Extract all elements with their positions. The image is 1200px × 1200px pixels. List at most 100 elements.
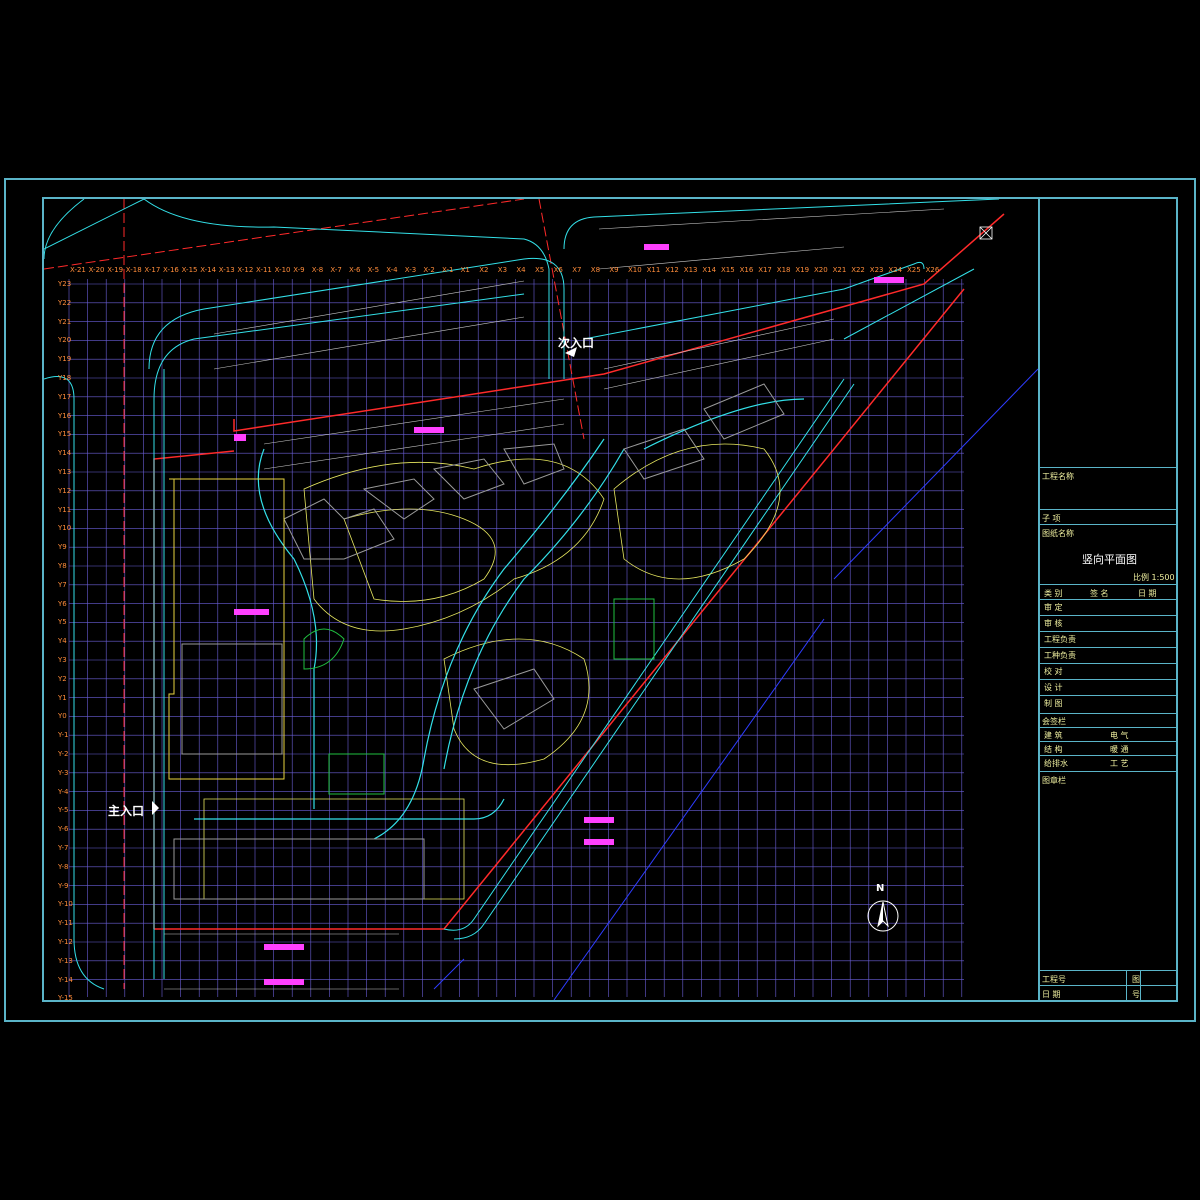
x-axis-label: X10 xyxy=(628,266,642,274)
date-label: 日 期 xyxy=(1042,990,1061,999)
x-axis-label: X-15 xyxy=(181,266,198,274)
x-axis-label: X-18 xyxy=(125,266,142,274)
secondary-entrance-label: 次入口 xyxy=(558,336,595,350)
y-axis-label: Y10 xyxy=(58,524,72,533)
sign-row-line xyxy=(1038,615,1176,616)
y-axis-label: Y17 xyxy=(58,392,72,401)
sign-header-cell: 签 名 xyxy=(1090,589,1109,598)
x-axis-label: X-13 xyxy=(218,266,235,274)
site-plan-canvas[interactable] xyxy=(44,199,1038,1000)
x-axis-label: X3 xyxy=(497,266,508,274)
title-block: 工程名称 子 项 图纸名称 竖向平面图 比例 1:500 类 别签 名日 期 审… xyxy=(1038,199,1176,1000)
y-axis-label: Y-12 xyxy=(58,938,73,946)
project-name-label: 工程名称 xyxy=(1042,472,1074,481)
x-axis-label: X13 xyxy=(683,266,698,274)
y-axis-label: Y21 xyxy=(58,317,72,326)
x-axis-label: X20 xyxy=(814,266,828,274)
sign-row-line xyxy=(1038,695,1176,696)
y-axis-label: Y-3 xyxy=(58,768,69,777)
x-axis-label: X9 xyxy=(609,266,619,274)
y-axis-label: Y5 xyxy=(58,618,67,627)
x-axis-label: X-17 xyxy=(144,266,161,274)
y-axis-label: Y18 xyxy=(58,374,72,382)
x-axis-label: X-19 xyxy=(107,266,124,274)
x-axis-label: X-21 xyxy=(70,266,86,274)
y-axis-label: Y14 xyxy=(58,449,72,458)
x-axis-label: X16 xyxy=(739,266,754,274)
x-axis-label: X11 xyxy=(646,266,661,274)
y-axis-label: Y1 xyxy=(58,693,67,702)
y-axis-label: Y-4 xyxy=(58,787,69,796)
x-axis-label: X-9 xyxy=(293,266,305,274)
x-axis-label: X6 xyxy=(553,266,563,274)
x-axis-label: X24 xyxy=(888,266,903,274)
x-axis-label: X19 xyxy=(795,266,810,274)
y-axis-label: Y8 xyxy=(58,562,67,570)
x-axis-label: X-20 xyxy=(88,266,105,274)
x-axis-label: X-16 xyxy=(163,266,179,274)
y-axis-label: Y22 xyxy=(58,298,72,307)
countersign-row-line xyxy=(1038,755,1176,756)
y-axis-label: Y-2 xyxy=(58,750,69,758)
site-boundary-lines xyxy=(44,199,1038,1000)
x-axis-label: X1 xyxy=(460,266,470,274)
y-axis-label: Y-9 xyxy=(58,881,69,890)
main-entrance-arrow-icon xyxy=(152,801,159,815)
x-axis-label: X22 xyxy=(851,266,865,274)
coordinate-grid xyxy=(68,279,964,997)
drawing-name: 竖向平面图 xyxy=(1082,553,1137,566)
countersign-label: 会签栏 xyxy=(1042,717,1066,726)
x-axis-label: X7 xyxy=(572,266,582,274)
x-axis-label: X26 xyxy=(925,266,940,274)
y-axis-label: Y0 xyxy=(58,712,67,721)
x-axis-label: X-2 xyxy=(423,266,435,274)
y-axis-label: Y-10 xyxy=(58,900,73,909)
x-axis-label: X-5 xyxy=(367,266,380,274)
y-axis-label: Y7 xyxy=(58,580,67,589)
y-axis-label: Y-7 xyxy=(58,844,69,852)
x-axis-label: X-7 xyxy=(330,266,342,274)
x-axis-label: X23 xyxy=(869,266,884,274)
y-axis-label: Y-13 xyxy=(58,956,73,965)
x-axis-label: X-11 xyxy=(256,266,272,274)
x-axis-label: X8 xyxy=(590,266,601,274)
x-axis-label: X-1 xyxy=(442,266,454,274)
scale-text: 比例 1:500 xyxy=(1133,573,1175,582)
sign-row-label: 设 计 xyxy=(1044,683,1063,692)
x-axis-label: X18 xyxy=(776,266,791,274)
countersign-cell: 电 气 xyxy=(1110,731,1129,740)
sign-header-cell: 日 期 xyxy=(1138,589,1157,598)
x-axis-label: X4 xyxy=(516,266,526,274)
y-axis-label: Y20 xyxy=(58,336,72,345)
number-label: 号 xyxy=(1132,990,1140,999)
x-axis-label: X14 xyxy=(702,266,717,274)
y-axis-label: Y16 xyxy=(58,411,72,420)
north-arrow-icon xyxy=(867,900,899,932)
sign-row-line xyxy=(1038,599,1176,600)
x-axis-label: X17 xyxy=(758,266,772,274)
drawing-name-label: 图纸名称 xyxy=(1042,529,1074,538)
clubhouse-outline xyxy=(168,478,285,780)
y-axis-label: Y-1 xyxy=(58,731,69,740)
countersign-cell: 给排水 xyxy=(1044,759,1068,768)
x-axis-label: X-12 xyxy=(237,266,254,274)
x-axis-label: X-3 xyxy=(404,266,417,274)
countersign-cell: 结 构 xyxy=(1044,745,1063,754)
x-axis-label: X-8 xyxy=(311,266,324,274)
parking-stalls xyxy=(164,208,945,990)
sign-row-line xyxy=(1038,663,1176,664)
sign-row-line xyxy=(1038,631,1176,632)
sign-row-label: 制 图 xyxy=(1044,699,1063,708)
main-entrance-label: 主入口 xyxy=(108,804,145,818)
x-axis-label: X-4 xyxy=(386,266,398,274)
countersign-cell: 工 艺 xyxy=(1110,759,1129,768)
annotation-marks xyxy=(234,244,904,985)
x-axis-label: X5 xyxy=(535,266,545,274)
y-axis-label: Y13 xyxy=(58,468,72,476)
x-axis-label: X-6 xyxy=(349,266,361,274)
stamp-label: 图章栏 xyxy=(1042,776,1066,785)
sign-row-label: 审 核 xyxy=(1044,619,1063,628)
x-axis-label: X-14 xyxy=(200,266,217,274)
sign-row-label: 审 定 xyxy=(1044,603,1063,612)
y-axis-label: Y-5 xyxy=(58,806,69,815)
